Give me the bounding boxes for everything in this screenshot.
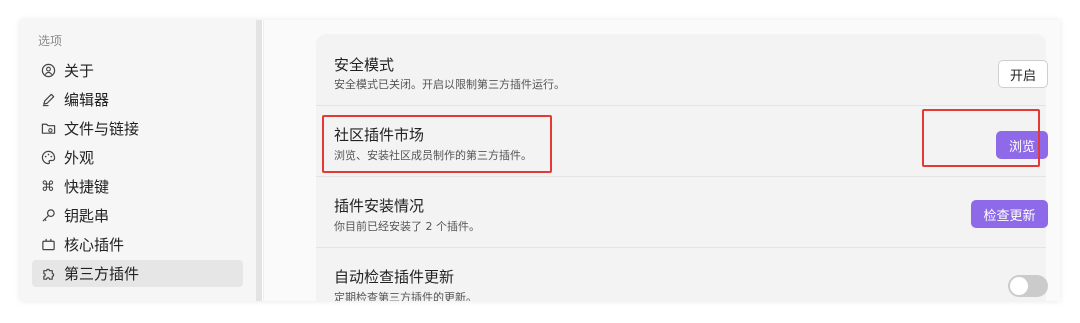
- sidebar-item-appearance[interactable]: 外观: [32, 144, 243, 171]
- setting-row-auto-update: 自动检查插件更新 定期检查第三方插件的更新。: [334, 247, 1030, 301]
- sidebar-resize-handle[interactable]: [256, 20, 262, 301]
- setting-description: 你目前已经安装了 2 个插件。: [334, 220, 480, 233]
- sidebar-item-label: 钥匙串: [64, 207, 110, 225]
- sidebar-item-label: 第三方插件: [64, 265, 140, 283]
- sidebar-item-core-plugins[interactable]: 核心插件: [32, 231, 243, 258]
- settings-window: 选项 关于 编辑器 文件与链接 外观 ⌘ 快捷键 钥匙串 核心插件 第三方插件 …: [20, 20, 1060, 301]
- setting-description: 浏览、安装社区成员制作的第三方插件。: [334, 149, 532, 162]
- check-updates-button[interactable]: 检查更新: [971, 200, 1048, 228]
- sidebar-item-label: 文件与链接: [64, 120, 140, 138]
- key-icon: [40, 208, 56, 224]
- settings-card: 安全模式 安全模式已关闭。开启以限制第三方插件运行。 开启 社区插件市场 浏览、…: [316, 34, 1048, 301]
- setting-row-installed-plugins: 插件安装情况 你目前已经安装了 2 个插件。: [334, 176, 1030, 246]
- sidebar-item-editor[interactable]: 编辑器: [32, 86, 243, 113]
- folder-link-icon: [40, 121, 56, 137]
- setting-title: 自动检查插件更新: [334, 268, 455, 286]
- sidebar-item-keychain[interactable]: 钥匙串: [32, 202, 243, 229]
- sidebar-item-community-plugins[interactable]: 第三方插件: [32, 260, 243, 287]
- about-icon: [40, 63, 56, 79]
- setting-description: 安全模式已关闭。开启以限制第三方插件运行。: [334, 78, 565, 91]
- sidebar-section-label: 选项: [38, 34, 63, 48]
- sidebar-item-label: 编辑器: [64, 91, 110, 109]
- setting-title: 社区插件市场: [334, 126, 425, 144]
- safe-mode-enable-button[interactable]: 开启: [998, 60, 1048, 88]
- sidebar: 选项 关于 编辑器 文件与链接 外观 ⌘ 快捷键 钥匙串 核心插件 第三方插件: [20, 20, 256, 301]
- browse-plugins-button[interactable]: 浏览: [996, 131, 1048, 159]
- sidebar-item-hotkeys[interactable]: ⌘ 快捷键: [32, 173, 243, 200]
- puzzle-icon: [40, 266, 56, 282]
- sidebar-item-files-links[interactable]: 文件与链接: [32, 115, 243, 142]
- setting-row-community-market: 社区插件市场 浏览、安装社区成员制作的第三方插件。: [334, 105, 1030, 175]
- setting-row-safe-mode: 安全模式 安全模式已关闭。开启以限制第三方插件运行。: [334, 34, 1030, 104]
- setting-description: 定期检查第三方插件的更新。: [334, 291, 477, 301]
- setting-title: 插件安装情况: [334, 197, 425, 215]
- sidebar-item-label: 关于: [64, 62, 95, 80]
- command-icon: ⌘: [41, 178, 55, 195]
- sidebar-item-label: 核心插件: [64, 236, 125, 254]
- sidebar-item-label: 快捷键: [64, 178, 110, 196]
- pen-icon: [40, 92, 56, 108]
- settings-main: 安全模式 安全模式已关闭。开启以限制第三方插件运行。 开启 社区插件市场 浏览、…: [264, 20, 1060, 301]
- auto-update-toggle[interactable]: [1008, 275, 1048, 297]
- toggle-knob: [1010, 277, 1028, 295]
- setting-title: 安全模式: [334, 56, 395, 74]
- palette-icon: [40, 150, 56, 166]
- sidebar-item-label: 外观: [64, 149, 95, 167]
- sidebar-item-about[interactable]: 关于: [32, 57, 243, 84]
- plugin-icon: [40, 237, 56, 253]
- sidebar-list: 关于 编辑器 文件与链接 外观 ⌘ 快捷键 钥匙串 核心插件 第三方插件: [32, 57, 243, 289]
